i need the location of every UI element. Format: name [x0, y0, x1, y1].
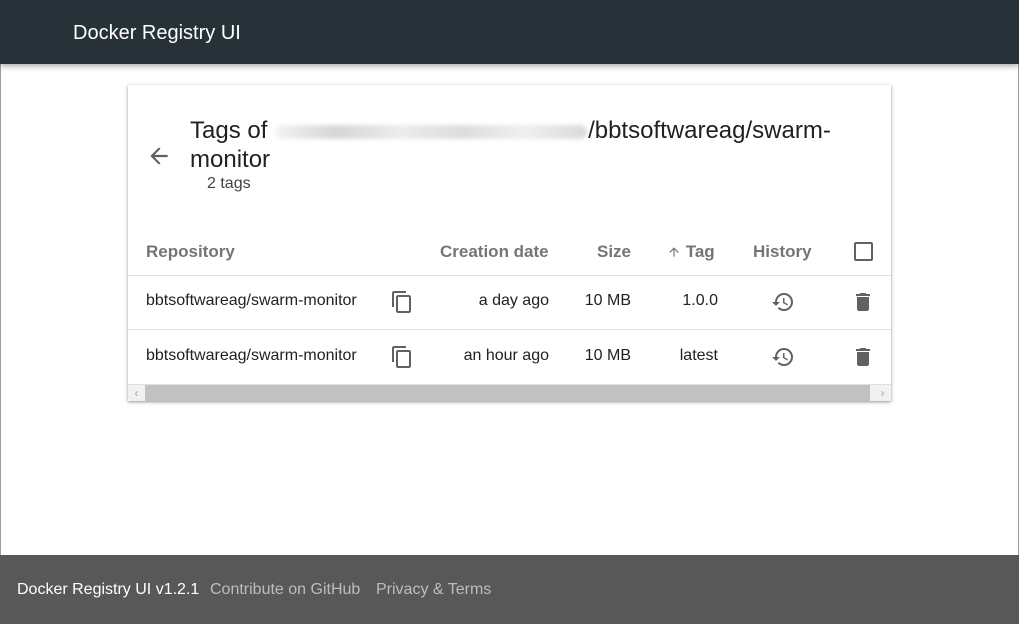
creation-date-cell: an hour ago — [463, 347, 549, 364]
column-size[interactable]: Size — [597, 242, 631, 262]
tags-card: Tags of /bbtsoftwareag/swarm-monitor 2 t… — [128, 85, 891, 401]
scroll-left-arrow[interactable]: ‹ — [128, 385, 145, 401]
redacted-registry-host — [275, 124, 588, 139]
page-title: Tags of /bbtsoftwareag/swarm-monitor — [190, 116, 850, 174]
repository-cell: bbtsoftwareag/swarm-monitor — [146, 292, 357, 309]
creation-date-cell: a day ago — [478, 292, 549, 309]
column-tag[interactable]: Tag — [667, 242, 715, 262]
table-header: Repository Creation date Size Tag Histor… — [128, 230, 891, 276]
scroll-right-arrow[interactable]: › — [874, 385, 891, 401]
column-tag-label: Tag — [685, 242, 715, 261]
horizontal-scrollbar[interactable]: ‹ › — [128, 385, 891, 401]
arrow-upward-icon — [669, 247, 679, 257]
app-header: Docker Registry UI — [0, 0, 1019, 64]
content-copy-icon[interactable] — [390, 345, 414, 369]
size-cell: 10 MB — [584, 347, 631, 364]
content-copy-icon[interactable] — [390, 290, 414, 314]
scroll-thumb[interactable] — [145, 385, 870, 401]
privacy-link[interactable]: Privacy & Terms — [376, 581, 491, 599]
table-row: bbtsoftwareag/swarm-monitor a day ago 10… — [128, 275, 891, 330]
tag-cell: latest — [679, 347, 718, 364]
tag-cell: 1.0.0 — [682, 292, 718, 309]
footer-brand: Docker Registry UI v1.2.1 — [17, 581, 200, 598]
arrow-back-icon[interactable] — [146, 143, 172, 169]
title-prefix: Tags of — [190, 117, 268, 144]
github-link[interactable]: Contribute on GitHub — [210, 581, 360, 599]
app-title[interactable]: Docker Registry UI — [73, 20, 241, 46]
app-footer: Docker Registry UI v1.2.1 Contribute on … — [0, 555, 1019, 624]
column-history: History — [753, 242, 812, 261]
delete-icon[interactable] — [851, 345, 875, 369]
history-icon[interactable] — [771, 290, 795, 314]
column-repository[interactable]: Repository — [146, 242, 235, 262]
table-row: bbtsoftwareag/swarm-monitor an hour ago … — [128, 330, 891, 385]
select-all-checkbox[interactable] — [854, 242, 873, 261]
repository-cell: bbtsoftwareag/swarm-monitor — [146, 347, 357, 364]
history-icon[interactable] — [771, 345, 795, 369]
size-cell: 10 MB — [584, 292, 631, 309]
column-creation-date[interactable]: Creation date — [440, 242, 549, 262]
tag-count: 2 tags — [207, 175, 251, 192]
delete-icon[interactable] — [851, 290, 875, 314]
